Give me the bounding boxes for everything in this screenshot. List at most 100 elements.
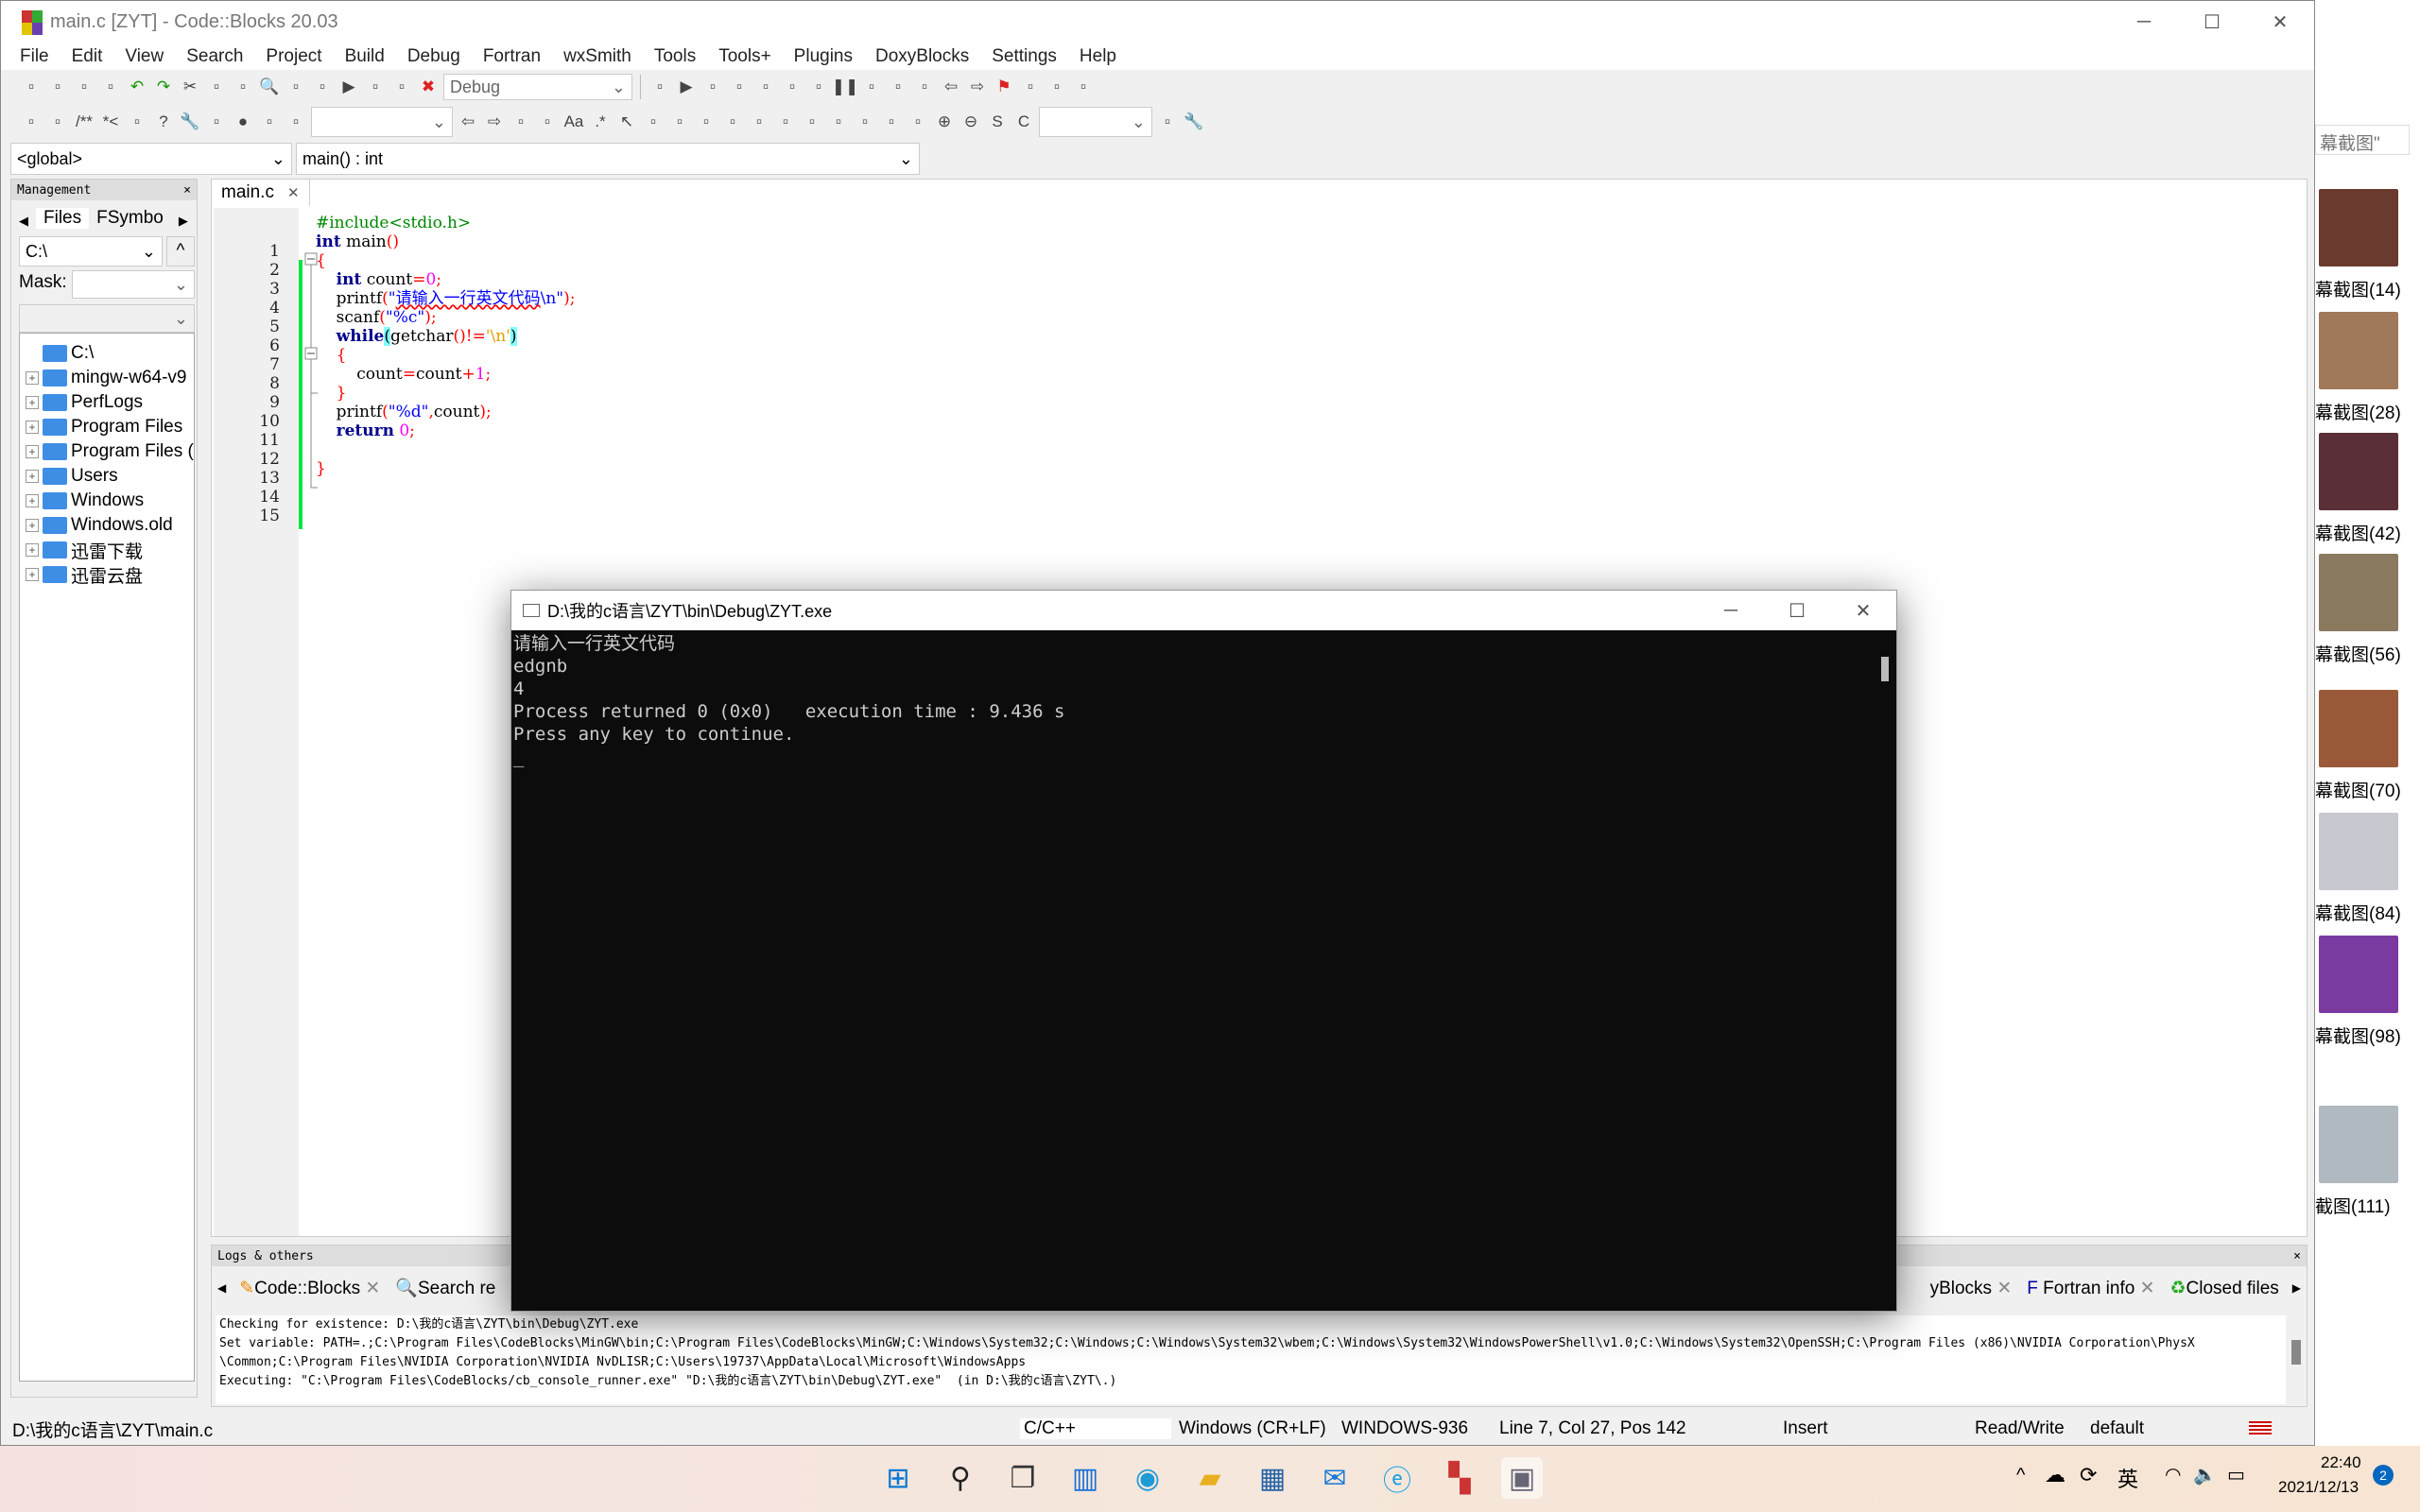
line-comment-icon[interactable]: *< [99, 111, 122, 133]
extract-docs-icon[interactable]: ▫ [46, 111, 69, 133]
highlight-icon[interactable]: ▫ [510, 111, 532, 133]
maximize-button[interactable]: ☐ [1764, 591, 1830, 630]
find-symbol-icon[interactable]: ▫ [1156, 111, 1179, 133]
up-directory-button[interactable]: ^ [166, 236, 195, 266]
target-settings-icon[interactable]: ▫ [648, 76, 671, 98]
wx-frame-icon[interactable]: ▫ [854, 111, 876, 133]
clock-date[interactable]: 2021/12/13 [2278, 1478, 2359, 1497]
menu-tools[interactable]: Tools+ [718, 46, 770, 67]
save-all-icon[interactable]: ▫ [99, 76, 122, 98]
expand-icon[interactable]: + [26, 445, 39, 458]
settings-wrench-icon[interactable]: 🔧 [1183, 111, 1205, 133]
next-bookmark-icon[interactable]: ⇨ [966, 76, 989, 98]
maximize-button[interactable]: ☐ [2178, 1, 2246, 43]
start-icon[interactable]: ⊞ [877, 1457, 919, 1499]
build-target-select[interactable]: Debug ⌄ [443, 74, 632, 100]
console-icon[interactable]: ▣ [1501, 1457, 1543, 1499]
close-button[interactable]: ✕ [2246, 1, 2314, 43]
wx-box-icon[interactable]: ▫ [668, 111, 691, 133]
abort-icon[interactable]: ✖ [417, 76, 440, 98]
prev-mark-icon[interactable]: ▫ [1019, 76, 1042, 98]
replace-icon[interactable]: ▫ [285, 76, 307, 98]
wx-spacer-icon[interactable]: ▫ [827, 111, 850, 133]
prev-bookmark-icon[interactable]: ⇦ [940, 76, 962, 98]
menu-settings[interactable]: Settings [992, 46, 1057, 67]
tab-scroll-left-icon[interactable]: ◀ [11, 214, 36, 229]
breakpoint-icon[interactable]: ● [232, 111, 254, 133]
menu-project[interactable]: Project [266, 46, 321, 67]
close-icon[interactable]: × [2293, 1249, 2301, 1263]
screenshot-thumbnail[interactable] [2319, 189, 2398, 266]
close-button[interactable]: ✕ [1830, 591, 1896, 630]
match-case-icon[interactable]: Aa [562, 111, 585, 133]
tab-search-results[interactable]: 🔍Search re [395, 1277, 495, 1299]
menu-search[interactable]: Search [186, 46, 243, 67]
wx-wrap-icon[interactable]: ▫ [801, 111, 823, 133]
minimize-button[interactable]: ─ [2110, 1, 2178, 43]
filter-select[interactable]: ⌄ [19, 304, 195, 333]
codeblocks-icon[interactable]: ▚ [1439, 1457, 1480, 1499]
screenshot-thumbnail[interactable] [2319, 433, 2398, 510]
run-to-cursor-icon[interactable]: ▫ [701, 76, 724, 98]
widgets-icon[interactable]: ▥ [1064, 1457, 1106, 1499]
tab-files[interactable]: Files [36, 208, 90, 229]
wx-panel-icon[interactable]: ▫ [642, 111, 665, 133]
info-icon[interactable]: ▫ [913, 76, 936, 98]
build-run-icon[interactable]: ▫ [364, 76, 387, 98]
tree-item[interactable]: + mingw-w64-v9 [20, 366, 194, 390]
clear-icon[interactable]: ▫ [285, 111, 307, 133]
break-icon[interactable]: ❚❚ [832, 76, 859, 98]
menu-fortran[interactable]: Fortran [483, 46, 541, 67]
task-view-icon[interactable]: ❐ [1002, 1457, 1044, 1499]
tab-codeblocks-log[interactable]: ✎Code::Blocks ✕ [239, 1278, 380, 1299]
screenshot-thumbnail[interactable] [2319, 813, 2398, 890]
tab-close-icon[interactable]: ✕ [2140, 1279, 2155, 1298]
show-hidden-icons[interactable]: ^ [2016, 1465, 2025, 1486]
next-instruction-icon[interactable]: ▫ [807, 76, 830, 98]
expand-icon[interactable]: + [26, 421, 39, 434]
tab-main-c[interactable]: main.c ✕ [212, 180, 310, 206]
forward-icon[interactable]: ⇨ [483, 111, 506, 133]
tab-close-icon[interactable]: ✕ [365, 1279, 380, 1298]
notification-badge[interactable]: 2 [2373, 1465, 2394, 1486]
screenshot-thumbnail[interactable] [2319, 690, 2398, 767]
minimize-button[interactable]: ─ [1698, 591, 1764, 630]
browser-icon[interactable]: ⓔ [1376, 1457, 1418, 1499]
debug-windows-icon[interactable]: ▫ [887, 76, 909, 98]
tree-item[interactable]: + Program Files ( [20, 439, 194, 464]
menu-doxyblocks[interactable]: DoxyBlocks [875, 46, 969, 67]
menu-debug[interactable]: Debug [407, 46, 460, 67]
select-icon[interactable]: ↖ [615, 111, 638, 133]
selected-text-icon[interactable]: ▫ [536, 111, 559, 133]
function-select[interactable]: main() : int ⌄ [296, 143, 920, 175]
expand-icon[interactable]: + [26, 470, 39, 483]
tree-item[interactable]: + Program Files [20, 415, 194, 439]
screenshot-thumbnail[interactable] [2319, 1106, 2398, 1183]
ime-indicator[interactable]: 英 [2118, 1463, 2138, 1493]
path-select[interactable]: C:\ ⌄ [19, 236, 163, 266]
tab-fsymbols[interactable]: FSymbo [89, 208, 171, 229]
config-icon[interactable]: 🔧 [179, 111, 201, 133]
sync-icon[interactable]: ⟳ [2080, 1463, 2097, 1487]
debug-run-icon[interactable]: ▶ [675, 76, 698, 98]
tree-item[interactable]: + 迅雷下载 [20, 538, 194, 562]
tab-doxyblocks[interactable]: yBlocks ✕ [1930, 1278, 2013, 1299]
log-scrollbar[interactable] [2291, 1340, 2301, 1365]
screenshot-thumbnail[interactable] [2319, 554, 2398, 631]
clear-marks-icon[interactable]: ▫ [1072, 76, 1095, 98]
paste-icon[interactable]: ▫ [232, 76, 254, 98]
help-icon[interactable]: ? [152, 111, 175, 133]
expand-icon[interactable]: + [26, 543, 39, 557]
step-out-icon[interactable]: ▫ [781, 76, 804, 98]
expand-icon[interactable]: + [26, 396, 39, 409]
tab-scroll-right-icon[interactable]: ▶ [2292, 1281, 2301, 1295]
build-settings-icon[interactable]: ▫ [311, 76, 334, 98]
tab-closed-files[interactable]: ♻Closed files [2170, 1278, 2279, 1299]
tree-item[interactable]: + Windows [20, 489, 194, 513]
tree-item[interactable]: + PerfLogs [20, 390, 194, 415]
file-explorer-icon[interactable]: ▰ [1189, 1457, 1231, 1499]
edge-icon[interactable]: ◉ [1127, 1457, 1168, 1499]
run-html-icon[interactable]: ▫ [126, 111, 148, 133]
wx-static-icon[interactable]: ▫ [748, 111, 770, 133]
tab-scroll-left-icon[interactable]: ◀ [217, 1281, 226, 1295]
